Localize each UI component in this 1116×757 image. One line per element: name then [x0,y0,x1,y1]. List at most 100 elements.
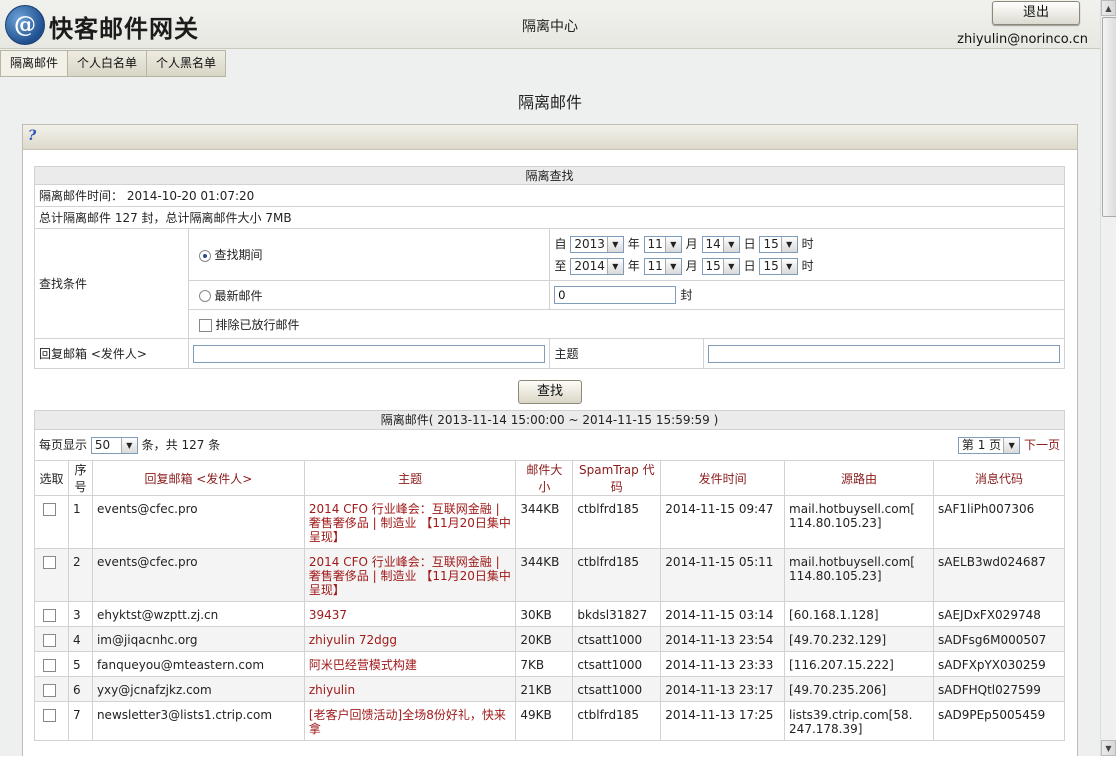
col-route[interactable]: 源路由 [784,460,934,496]
from-month-select[interactable]: 11 ▼ [643,235,682,253]
row-sender: newsletter3@lists1.ctrip.com [91,701,305,741]
row-subject[interactable]: zhiyulin [303,676,517,702]
period-range: 自 2013 ▼ 年 11 ▼ 月 14 ▼ 日 15 ▼ 时 至 2014 ▼ 年 [549,228,1065,281]
row-select[interactable] [34,676,69,702]
table-row[interactable]: 2 events@cfec.pro 2014 CFO 行业峰会：互联网金融 | … [34,548,1065,602]
scroll-down-icon[interactable]: ▼ [1101,740,1116,756]
table-row[interactable]: 7 newsletter3@lists1.ctrip.com [老客户回馈活动]… [34,701,1065,741]
row-checkbox[interactable] [43,503,57,516]
per-page-label: 每页显示 [39,438,88,452]
period-option[interactable]: 查找期间 [188,228,551,281]
latest-count-cell: 封 [549,280,1065,310]
tab-quarantine-mail[interactable]: 隔离邮件 [0,50,69,77]
exclude-released-checkbox[interactable] [199,318,213,332]
table-row[interactable]: 3 ehyktst@wzptt.zj.cn 39437 30KB bkdsl31… [34,601,1065,627]
quarantine-time-label: 隔离邮件时间： [39,189,124,203]
table-row[interactable]: 6 yxy@jcnafzjkz.com zhiyulin 21KB ctsatt… [34,676,1065,702]
to-day-select[interactable]: 15 ▼ [701,257,740,275]
from-year-select[interactable]: 2013 ▼ [570,235,624,253]
row-size: 7KB [515,651,574,677]
row-sender: yxy@jcnafzjkz.com [91,676,305,702]
col-msgid[interactable]: 消息代码 [933,460,1065,496]
from-prefix: 自 [554,236,567,251]
chevron-down-icon: ▼ [1003,438,1020,453]
chevron-down-icon: ▼ [606,258,623,274]
from-hour-select[interactable]: 15 ▼ [759,235,798,253]
tab-personal-blacklist[interactable]: 个人黑名单 [147,50,227,77]
subject-input-cell [702,338,1066,369]
row-select[interactable] [34,626,69,652]
to-hour-select[interactable]: 15 ▼ [759,257,798,275]
quarantine-totals: 总计隔离邮件 127 封，总计隔离邮件大小 7MB [34,206,1065,229]
result-count: 条，共 127 条 [141,438,221,452]
row-subject[interactable]: 2014 CFO 行业峰会：互联网金融 | 奢售奢侈品 | 制造业 【11月20… [303,495,517,549]
next-page-link[interactable]: 下一页 [1024,438,1060,452]
exclude-released-option[interactable]: 排除已放行邮件 [188,309,1065,339]
row-checkbox[interactable] [43,556,57,569]
latest-count-input[interactable] [554,286,677,304]
row-route: mail.hotbuysell.com[ 114.80.105.23] [784,548,934,602]
to-month-select[interactable]: 11 ▼ [643,257,682,275]
row-route: [49.70.232.129] [784,626,934,652]
row-select[interactable] [34,701,69,741]
tab-personal-whitelist[interactable]: 个人白名单 [68,50,148,77]
table-row[interactable]: 5 fanqueyou@mteastern.com 阿米巴经营模式构建 7KB … [34,651,1065,677]
row-select[interactable] [34,495,69,549]
row-subject[interactable]: [老客户回馈活动]全场8份好礼，快来拿 [303,701,517,741]
year-unit: 年 [627,258,640,273]
row-subject[interactable]: 39437 [303,601,517,627]
row-subject[interactable]: zhiyulin 72dgg [303,626,517,652]
chevron-down-icon: ▼ [780,258,797,274]
subject-input[interactable] [707,344,1060,363]
row-size: 344KB [515,495,574,549]
logout-button[interactable]: 退出 [992,1,1080,25]
per-page-select[interactable]: 50 ▼ [90,437,138,454]
row-sender: ehyktst@wzptt.zj.cn [91,601,305,627]
row-spamtrap: ctblfrd185 [572,495,662,549]
row-route: [60.168.1.128] [784,601,934,627]
row-checkbox[interactable] [43,634,57,647]
row-msgid: sAEJDxFX029748 [933,601,1065,627]
col-sender[interactable]: 回复邮箱 <发件人> [91,460,305,496]
row-seq: 4 [67,626,93,652]
row-checkbox[interactable] [43,684,57,697]
col-seq: 序号 [67,460,93,496]
row-time: 2014-11-13 23:17 [660,676,786,702]
table-row[interactable]: 1 events@cfec.pro 2014 CFO 行业峰会：互联网金融 | … [34,495,1065,549]
search-section-title: 隔离查找 [34,166,1065,185]
help-icon[interactable]: ? [28,128,36,144]
row-size: 49KB [515,701,574,741]
row-seq: 3 [67,601,93,627]
row-checkbox[interactable] [43,659,57,672]
row-subject[interactable]: 2014 CFO 行业峰会：互联网金融 | 奢售奢侈品 | 制造业 【11月20… [303,548,517,602]
page-title: 隔离邮件 [517,93,582,112]
row-select[interactable] [34,651,69,677]
row-checkbox[interactable] [43,609,57,622]
col-spamtrap[interactable]: SpamTrap 代码 [572,460,662,496]
scroll-up-icon[interactable]: ▲ [1101,0,1116,16]
col-time[interactable]: 发件时间 [660,460,786,496]
reply-email-input[interactable] [193,344,546,363]
period-from-row: 自 2013 ▼ 年 11 ▼ 月 14 ▼ 日 15 ▼ 时 [554,233,1060,255]
row-subject[interactable]: 阿米巴经营模式构建 [303,651,517,677]
row-checkbox[interactable] [43,709,57,722]
col-size[interactable]: 邮件大小 [515,460,574,496]
chevron-down-icon: ▼ [664,236,681,252]
tab-bar: 隔离邮件 个人白名单 个人黑名单 [0,50,227,77]
row-select[interactable] [34,601,69,627]
chevron-down-icon: ▼ [722,258,739,274]
col-subject[interactable]: 主题 [303,460,517,496]
vertical-scrollbar[interactable]: ▲ ▼ [1100,0,1116,756]
page-select[interactable]: 第 1 页 ▼ [957,437,1021,454]
latest-radio[interactable] [199,290,212,302]
to-year-select[interactable]: 2014 ▼ [570,257,624,275]
latest-option[interactable]: 最新邮件 [188,280,551,310]
from-day-select[interactable]: 14 ▼ [701,235,740,253]
scrollbar-thumb[interactable] [1102,17,1116,217]
search-button[interactable]: 查找 [518,380,582,404]
row-select[interactable] [34,548,69,602]
chevron-down-icon: ▼ [120,438,137,453]
period-radio[interactable] [199,249,212,262]
main-panel: ? 隔离查找 隔离邮件时间： 2014-10-20 01:07:20 总计隔离邮… [22,124,1078,756]
table-row[interactable]: 4 im@jiqacnhc.org zhiyulin 72dgg 20KB ct… [34,626,1065,652]
